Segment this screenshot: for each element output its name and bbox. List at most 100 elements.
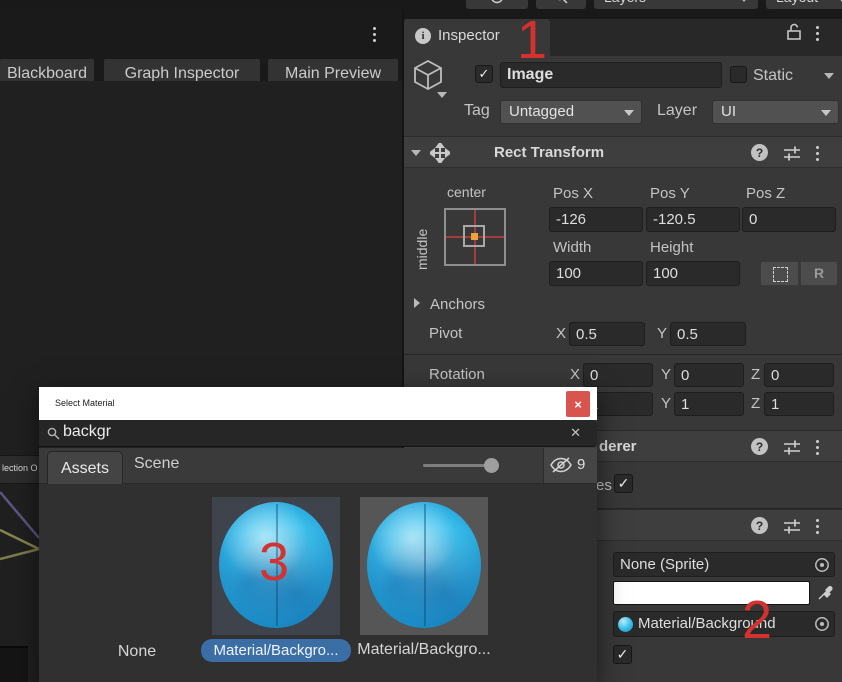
search-toolbar-button[interactable]	[536, 0, 586, 9]
gameobject-active-checkbox[interactable]: ✓	[475, 65, 493, 83]
help-icon[interactable]: ?	[751, 517, 768, 534]
canvas-renderer-property-fragment: es	[596, 477, 612, 494]
dialog-search-bar[interactable]: backgr ✕	[39, 420, 597, 447]
graph-panel: Blackboard Graph Inspector Main Preview	[0, 10, 402, 81]
width-value: 100	[556, 265, 581, 282]
tab-assets-label: Assets	[61, 460, 109, 478]
foldout-open-icon[interactable]	[411, 150, 421, 156]
rect-transform-icon	[430, 143, 450, 163]
presets-icon[interactable]	[783, 145, 801, 161]
dialog-titlebar[interactable]: Select Material ×	[39, 387, 597, 420]
tab-blackboard-label: Blackboard	[7, 65, 87, 83]
presets-icon[interactable]	[783, 439, 801, 455]
layer-dropdown[interactable]: UI	[712, 100, 839, 124]
anchors-foldout-icon[interactable]	[414, 298, 420, 308]
hidden-packages-toggle[interactable]: 9	[543, 448, 597, 483]
pivot-y-value: 0.5	[677, 326, 698, 343]
pos-y-field[interactable]: -120.5	[646, 207, 740, 232]
dialog-title: Select Material	[55, 398, 115, 408]
eye-off-icon	[549, 456, 573, 474]
pivot-x-field[interactable]: 0.5	[569, 322, 645, 346]
source-image-field[interactable]: None (Sprite)	[613, 552, 835, 577]
asset-item-none[interactable]: None	[87, 640, 187, 664]
collab-history-button[interactable]	[466, 0, 528, 9]
pos-z-label: Pos Z	[746, 185, 785, 202]
help-icon[interactable]: ?	[751, 144, 768, 161]
eyedropper-icon[interactable]	[816, 584, 834, 602]
raw-edit-mode-button[interactable]: R	[800, 261, 838, 286]
rotation-z-value: 0	[771, 367, 779, 384]
annotation-1: 1	[517, 13, 547, 67]
pivot-y-axis-label: Y	[657, 325, 667, 342]
pivot-x-value: 0.5	[576, 326, 597, 343]
rotation-label: Rotation	[429, 366, 485, 383]
unity-editor-window: Layers Layout Blackboard Graph Inspector…	[0, 0, 842, 682]
layout-dropdown[interactable]: Layout	[766, 0, 842, 9]
search-clear-icon[interactable]: ✕	[570, 425, 581, 441]
pivot-y-field[interactable]: 0.5	[670, 322, 746, 346]
asset-item-label: None	[118, 643, 156, 660]
width-field[interactable]: 100	[549, 261, 643, 286]
color-swatch[interactable]	[613, 581, 810, 605]
unlock-icon[interactable]	[786, 23, 802, 41]
annotation-2: 2	[742, 593, 772, 647]
rotation-x-field[interactable]: 0	[583, 363, 653, 387]
asset-item-material-1-label[interactable]: Material/Backgro...	[201, 639, 351, 662]
material-sphere-icon	[618, 617, 633, 632]
presets-icon[interactable]	[783, 518, 801, 534]
pos-x-label: Pos X	[553, 185, 593, 202]
material-preview-sphere	[367, 502, 481, 628]
asset-item-material-2-label[interactable]: Material/Backgro...	[349, 641, 499, 663]
component-menu-icon[interactable]	[816, 440, 819, 455]
rotation-y-axis-label: Y	[661, 366, 671, 383]
graph-bottom-panel-edge	[0, 646, 28, 682]
scale-y-field[interactable]: 1	[674, 392, 744, 416]
close-icon: ×	[574, 397, 582, 412]
rect-transform-header[interactable]: Rect Transform ?	[404, 136, 842, 168]
static-checkbox[interactable]	[730, 66, 747, 83]
dialog-close-button[interactable]: ×	[566, 391, 590, 417]
layers-dropdown[interactable]: Layers	[594, 0, 758, 9]
pivot-x-axis-label: X	[556, 325, 566, 342]
check-icon: ✓	[617, 646, 629, 663]
anchors-label[interactable]: Anchors	[430, 296, 485, 313]
layout-label: Layout	[776, 0, 818, 5]
tab-main-preview-label: Main Preview	[285, 65, 381, 83]
pos-z-field[interactable]: 0	[742, 207, 836, 232]
static-label: Static	[753, 67, 793, 85]
component-menu-icon[interactable]	[816, 146, 819, 161]
section-divider	[404, 354, 842, 355]
clock-icon	[490, 0, 504, 4]
material-field[interactable]: Material/Background	[613, 611, 835, 637]
scale-z-field[interactable]: 1	[764, 392, 834, 416]
static-flags-caret-icon[interactable]	[824, 73, 834, 79]
rotation-y-field[interactable]: 0	[674, 363, 744, 387]
cull-transparent-mesh-checkbox[interactable]: ✓	[614, 474, 633, 493]
dialog-asset-grid: None Material/Backgro... Material/Backgr…	[39, 484, 597, 682]
tag-dropdown[interactable]: Untagged	[500, 100, 642, 124]
graph-panel-menu-icon[interactable]	[373, 27, 376, 42]
pos-x-field[interactable]: -126	[549, 207, 643, 232]
chevron-down-icon	[739, 0, 749, 2]
thumbnail-size-slider-thumb[interactable]	[484, 458, 499, 473]
raw-edit-label: R	[814, 265, 824, 281]
inspector-menu-icon[interactable]	[816, 26, 819, 41]
rotation-x-axis-label: X	[570, 366, 580, 383]
gameobject-options-caret-icon[interactable]	[437, 92, 447, 98]
asset-item-material-2[interactable]	[360, 497, 488, 635]
component-menu-icon[interactable]	[816, 519, 819, 534]
object-picker-icon[interactable]	[814, 616, 830, 632]
blueprint-mode-button[interactable]	[760, 261, 799, 286]
object-picker-icon[interactable]	[814, 557, 830, 573]
help-icon[interactable]: ?	[751, 438, 768, 455]
anchor-preset-widget[interactable]	[444, 208, 506, 266]
rotation-z-field[interactable]: 0	[764, 363, 834, 387]
height-field[interactable]: 100	[646, 261, 740, 286]
tab-graph-inspector-label: Graph Inspector	[125, 65, 240, 83]
tab-assets[interactable]: Assets	[47, 451, 123, 485]
tab-scene[interactable]: Scene	[134, 455, 179, 473]
width-label: Width	[553, 239, 591, 256]
check-icon: ✓	[479, 66, 490, 82]
dialog-search-input[interactable]: backgr	[63, 423, 111, 441]
raycast-target-checkbox[interactable]: ✓	[613, 645, 632, 664]
